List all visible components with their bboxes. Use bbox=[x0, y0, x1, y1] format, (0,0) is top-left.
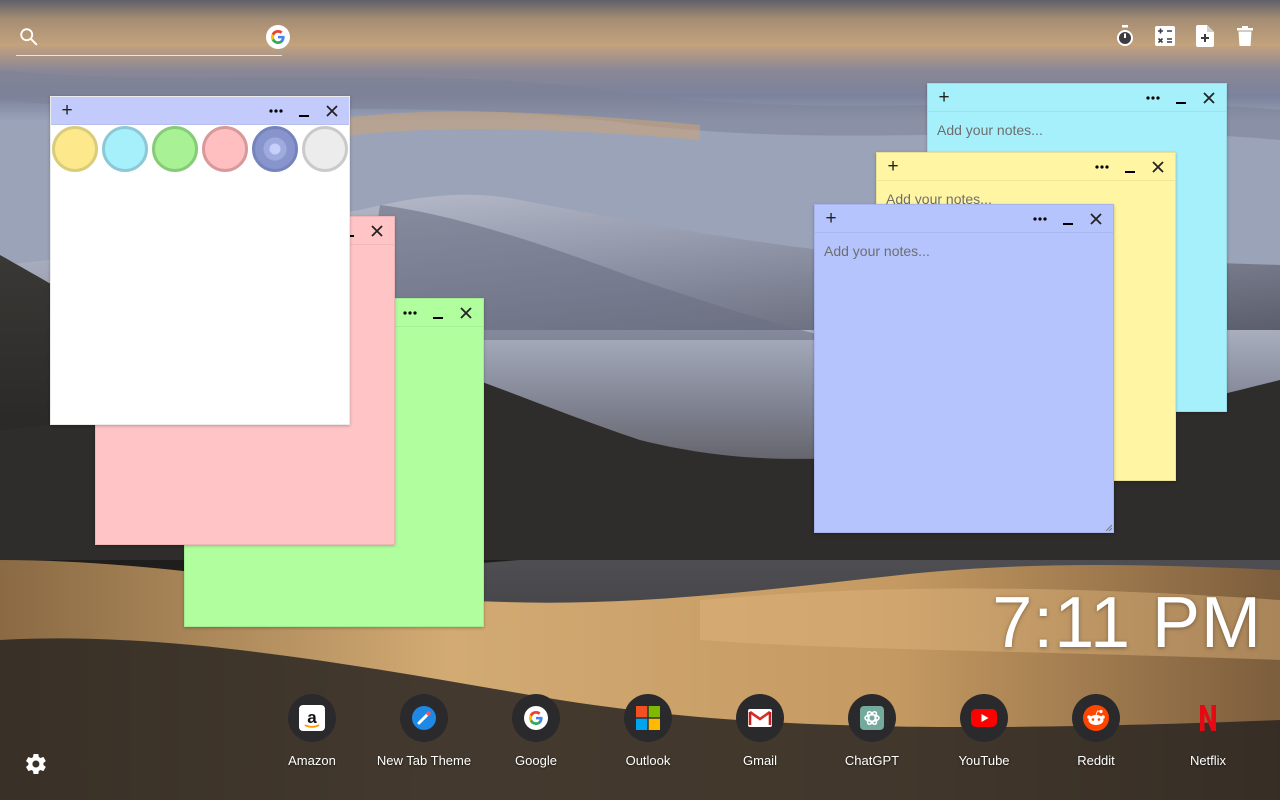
shortcut-new-tab-theme[interactable]: New Tab Theme bbox=[368, 694, 480, 774]
search-input[interactable] bbox=[48, 24, 244, 50]
shortcut-label: Outlook bbox=[625, 753, 671, 768]
color-swatch-gray[interactable] bbox=[302, 126, 348, 172]
shortcut-gmail[interactable]: Gmail bbox=[704, 694, 816, 774]
more-options-icon[interactable] bbox=[265, 100, 287, 122]
shortcut-dock: a Amazon New Tab Theme Google Outlook Gm… bbox=[256, 694, 1264, 774]
color-swatch-yellow[interactable] bbox=[52, 126, 98, 172]
netflix-icon bbox=[1184, 694, 1232, 742]
note-textarea[interactable] bbox=[815, 233, 1113, 532]
close-icon[interactable] bbox=[366, 220, 388, 242]
close-icon[interactable] bbox=[321, 100, 343, 122]
color-swatch-green[interactable] bbox=[152, 126, 198, 172]
shortcut-label: Google bbox=[515, 753, 557, 768]
youtube-icon bbox=[960, 694, 1008, 742]
resize-grip-icon[interactable] bbox=[1104, 523, 1112, 531]
close-icon[interactable] bbox=[1085, 208, 1107, 230]
shortcut-netflix[interactable]: Netflix bbox=[1152, 694, 1264, 774]
shortcut-google[interactable]: Google bbox=[480, 694, 592, 774]
svg-text:a: a bbox=[307, 708, 317, 727]
close-icon[interactable] bbox=[1198, 87, 1220, 109]
shortcut-label: Gmail bbox=[743, 753, 777, 768]
add-note-icon[interactable]: + bbox=[822, 208, 840, 230]
chatgpt-icon bbox=[848, 694, 896, 742]
shortcut-label: YouTube bbox=[958, 753, 1010, 768]
shortcut-amazon[interactable]: a Amazon bbox=[256, 694, 368, 774]
minimize-icon[interactable] bbox=[293, 100, 315, 122]
more-options-icon[interactable] bbox=[1142, 87, 1164, 109]
shortcut-youtube[interactable]: YouTube bbox=[928, 694, 1040, 774]
add-note-icon[interactable]: + bbox=[935, 87, 953, 109]
google-icon bbox=[512, 694, 560, 742]
shortcut-label: New Tab Theme bbox=[376, 753, 472, 768]
color-swatch-cyan[interactable] bbox=[102, 126, 148, 172]
color-picker bbox=[52, 126, 348, 172]
shortcut-label: Netflix bbox=[1189, 753, 1227, 768]
calculator-icon[interactable] bbox=[1154, 24, 1176, 48]
minimize-icon[interactable] bbox=[1170, 87, 1192, 109]
search-bar bbox=[16, 20, 290, 56]
note-titlebar[interactable]: + bbox=[928, 84, 1226, 112]
shortcut-label: ChatGPT bbox=[844, 753, 900, 768]
reddit-icon bbox=[1072, 694, 1120, 742]
amazon-icon: a bbox=[288, 694, 336, 742]
shortcut-label: Reddit bbox=[1077, 753, 1115, 768]
shortcut-reddit[interactable]: Reddit bbox=[1040, 694, 1152, 774]
new-tab-theme-icon bbox=[400, 694, 448, 742]
gear-icon[interactable] bbox=[24, 752, 48, 776]
more-options-icon[interactable] bbox=[399, 302, 421, 324]
note-titlebar[interactable]: + bbox=[877, 153, 1175, 181]
close-icon[interactable] bbox=[455, 302, 477, 324]
search-icon[interactable] bbox=[18, 26, 40, 48]
add-note-icon[interactable]: + bbox=[884, 156, 902, 178]
close-icon[interactable] bbox=[1147, 156, 1169, 178]
shortcut-label: Amazon bbox=[288, 753, 336, 768]
minimize-icon[interactable] bbox=[1057, 208, 1079, 230]
stopwatch-icon[interactable] bbox=[1114, 24, 1136, 48]
top-toolbar bbox=[1114, 24, 1256, 48]
color-swatch-blue-selected[interactable] bbox=[252, 126, 298, 172]
minimize-icon[interactable] bbox=[427, 302, 449, 324]
color-swatch-pink[interactable] bbox=[202, 126, 248, 172]
shortcut-outlook[interactable]: Outlook bbox=[592, 694, 704, 774]
gmail-icon bbox=[736, 694, 784, 742]
clock: 7:11 PM bbox=[992, 583, 1262, 663]
note-titlebar[interactable]: + bbox=[815, 205, 1113, 233]
sticky-note-blue[interactable]: + bbox=[814, 204, 1114, 533]
outlook-icon bbox=[624, 694, 672, 742]
more-options-icon[interactable] bbox=[1029, 208, 1051, 230]
minimize-icon[interactable] bbox=[1119, 156, 1141, 178]
note-titlebar[interactable]: + bbox=[51, 97, 349, 125]
more-options-icon[interactable] bbox=[1091, 156, 1113, 178]
trash-icon[interactable] bbox=[1234, 24, 1256, 48]
add-note-icon[interactable]: + bbox=[58, 100, 76, 122]
shortcut-chatgpt[interactable]: ChatGPT bbox=[816, 694, 928, 774]
google-search-icon[interactable] bbox=[266, 25, 290, 49]
sticky-note-white[interactable]: + bbox=[50, 96, 350, 425]
new-note-icon[interactable] bbox=[1194, 24, 1216, 48]
